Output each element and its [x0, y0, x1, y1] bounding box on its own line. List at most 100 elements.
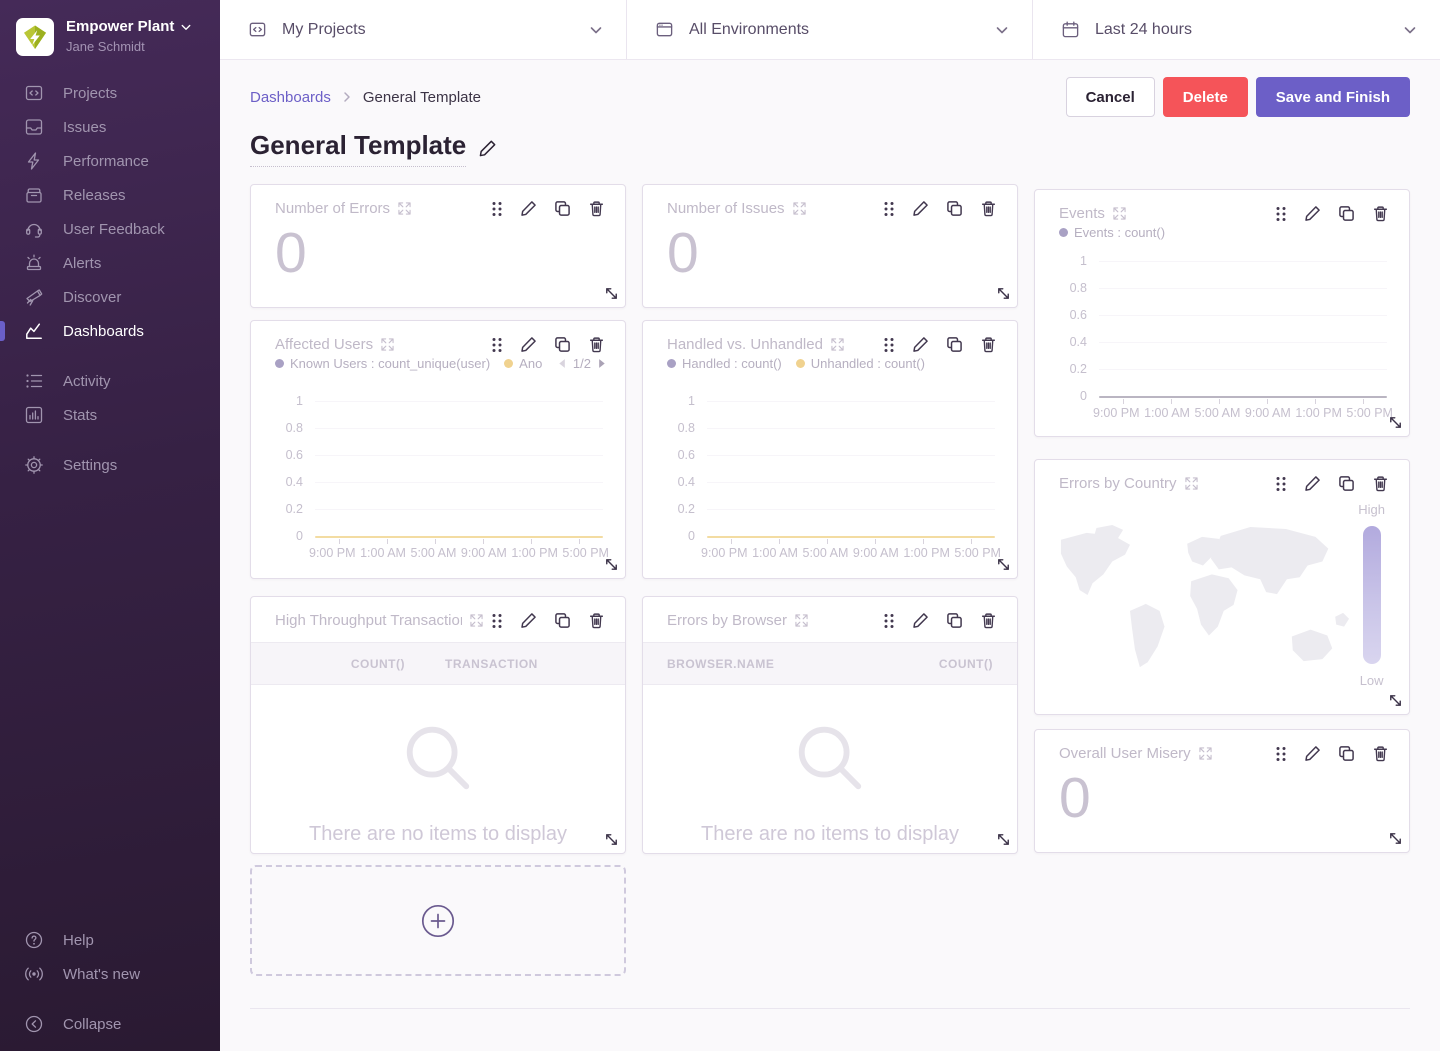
- drag-handle-icon[interactable]: [883, 337, 895, 353]
- duplicate-widget-icon[interactable]: [554, 336, 571, 353]
- expand-icon[interactable]: [793, 202, 806, 215]
- sidebar-item-discover[interactable]: Discover: [0, 280, 220, 314]
- drag-handle-icon[interactable]: [491, 201, 503, 217]
- edit-widget-icon[interactable]: [912, 200, 929, 217]
- resize-handle-icon[interactable]: [995, 556, 1012, 573]
- expand-icon[interactable]: [381, 338, 394, 351]
- duplicate-widget-icon[interactable]: [946, 612, 963, 629]
- date-range-filter[interactable]: Last 24 hours: [1033, 0, 1440, 59]
- widget-title: Events: [1059, 205, 1105, 222]
- breadcrumb-dashboards-link[interactable]: Dashboards: [250, 89, 331, 106]
- search-icon: [399, 719, 477, 797]
- duplicate-widget-icon[interactable]: [1338, 475, 1355, 492]
- legend-next-icon[interactable]: [598, 358, 607, 369]
- duplicate-widget-icon[interactable]: [1338, 745, 1355, 762]
- duplicate-widget-icon[interactable]: [554, 200, 571, 217]
- sidebar-item-collapse[interactable]: Collapse: [0, 1007, 220, 1041]
- legend-label: Unhandled : count(): [811, 356, 925, 371]
- edit-widget-icon[interactable]: [1304, 475, 1321, 492]
- environment-filter[interactable]: All Environments: [627, 0, 1033, 59]
- drag-handle-icon[interactable]: [1275, 476, 1287, 492]
- delete-widget-icon[interactable]: [1372, 475, 1389, 492]
- duplicate-widget-icon[interactable]: [1338, 205, 1355, 222]
- drag-handle-icon[interactable]: [883, 613, 895, 629]
- x-tick: 5:00 AM: [411, 546, 457, 560]
- resize-handle-icon[interactable]: [603, 285, 620, 302]
- sidebar-item-projects[interactable]: Projects: [0, 76, 220, 110]
- cancel-button[interactable]: Cancel: [1066, 77, 1155, 117]
- drag-handle-icon[interactable]: [491, 613, 503, 629]
- delete-widget-icon[interactable]: [588, 612, 605, 629]
- edit-title-pencil-icon[interactable]: [478, 139, 497, 158]
- sidebar-item-label: User Feedback: [63, 221, 165, 238]
- resize-handle-icon[interactable]: [1387, 692, 1404, 709]
- expand-icon[interactable]: [795, 614, 808, 627]
- delete-widget-icon[interactable]: [1372, 205, 1389, 222]
- sidebar-item-alerts[interactable]: Alerts: [0, 246, 220, 280]
- legend-item[interactable]: Handled : count(): [667, 356, 782, 371]
- delete-button[interactable]: Delete: [1163, 77, 1248, 117]
- y-tick: 0.2: [667, 502, 695, 516]
- dashboards-icon: [24, 321, 44, 341]
- sidebar-item-whats-new[interactable]: What's new: [0, 957, 220, 991]
- resize-handle-icon[interactable]: [603, 556, 620, 573]
- sidebar-item-releases[interactable]: Releases: [0, 178, 220, 212]
- expand-icon[interactable]: [831, 338, 844, 351]
- delete-widget-icon[interactable]: [980, 200, 997, 217]
- resize-handle-icon[interactable]: [995, 831, 1012, 848]
- edit-widget-icon[interactable]: [520, 612, 537, 629]
- duplicate-widget-icon[interactable]: [946, 200, 963, 217]
- legend-item[interactable]: Unhandled : count(): [796, 356, 925, 371]
- delete-widget-icon[interactable]: [588, 336, 605, 353]
- resize-handle-icon[interactable]: [603, 831, 620, 848]
- save-and-finish-button[interactable]: Save and Finish: [1256, 77, 1410, 117]
- legend-item[interactable]: Events : count(): [1059, 225, 1165, 240]
- delete-widget-icon[interactable]: [1372, 745, 1389, 762]
- legend-item[interactable]: Known Users : count_unique(user): [275, 356, 490, 371]
- edit-widget-icon[interactable]: [520, 336, 537, 353]
- duplicate-widget-icon[interactable]: [946, 336, 963, 353]
- expand-icon[interactable]: [1199, 747, 1212, 760]
- edit-widget-icon[interactable]: [1304, 205, 1321, 222]
- drag-handle-icon[interactable]: [491, 337, 503, 353]
- sidebar-item-activity[interactable]: Activity: [0, 364, 220, 398]
- sidebar-item-user-feedback[interactable]: User Feedback: [0, 212, 220, 246]
- discover-icon: [24, 287, 44, 307]
- resize-handle-icon[interactable]: [1387, 414, 1404, 431]
- sidebar-item-stats[interactable]: Stats: [0, 398, 220, 432]
- delete-widget-icon[interactable]: [588, 200, 605, 217]
- world-map-graphic: [1055, 508, 1351, 690]
- drag-handle-icon[interactable]: [1275, 206, 1287, 222]
- duplicate-widget-icon[interactable]: [554, 612, 571, 629]
- project-filter[interactable]: My Projects: [220, 0, 627, 59]
- drag-handle-icon[interactable]: [883, 201, 895, 217]
- broadcast-icon: [24, 964, 44, 984]
- add-widget-tile[interactable]: [250, 865, 626, 976]
- sidebar-item-settings[interactable]: Settings: [0, 448, 220, 482]
- legend-label: Events : count(): [1074, 225, 1165, 240]
- org-name[interactable]: Empower Plant: [66, 18, 174, 35]
- delete-widget-icon[interactable]: [980, 612, 997, 629]
- edit-widget-icon[interactable]: [1304, 745, 1321, 762]
- expand-icon[interactable]: [1113, 207, 1126, 220]
- drag-handle-icon[interactable]: [1275, 746, 1287, 762]
- delete-widget-icon[interactable]: [980, 336, 997, 353]
- resize-handle-icon[interactable]: [1387, 830, 1404, 847]
- sidebar-item-performance[interactable]: Performance: [0, 144, 220, 178]
- edit-widget-icon[interactable]: [912, 336, 929, 353]
- sidebar-item-issues[interactable]: Issues: [0, 110, 220, 144]
- expand-icon[interactable]: [398, 202, 411, 215]
- add-widget-plus-icon: [421, 904, 455, 938]
- expand-icon[interactable]: [1185, 477, 1198, 490]
- x-tick: 1:00 PM: [903, 546, 950, 560]
- org-header[interactable]: Empower Plant Jane Schmidt: [0, 0, 220, 56]
- sidebar-item-dashboards[interactable]: Dashboards: [0, 314, 220, 348]
- expand-icon[interactable]: [470, 614, 483, 627]
- sidebar-item-label: Stats: [63, 407, 97, 424]
- edit-widget-icon[interactable]: [520, 200, 537, 217]
- resize-handle-icon[interactable]: [995, 285, 1012, 302]
- sidebar-item-help[interactable]: Help: [0, 923, 220, 957]
- legend-item[interactable]: Anonymous Users : count_unique(user): [504, 356, 543, 371]
- edit-widget-icon[interactable]: [912, 612, 929, 629]
- legend-prev-icon[interactable]: [557, 358, 566, 369]
